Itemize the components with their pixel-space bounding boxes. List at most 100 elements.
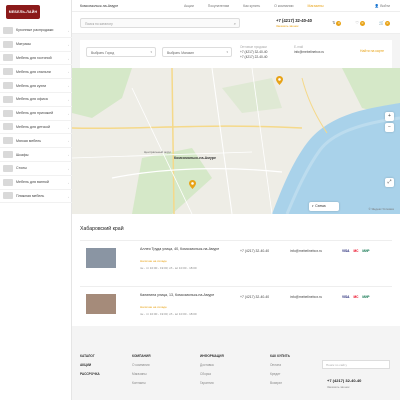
category-thumb [3,68,13,76]
category-label: Мебель для спальни [16,69,51,74]
compare-button[interactable]: ⇅ 0 [332,20,342,26]
store-pin-icon[interactable] [189,180,196,189]
header-phone[interactable]: +7 (4217) 32-40-40 [276,18,312,23]
store-row[interactable]: Аллея Труда улица, 40, Комсомольск-на-Ам… [80,240,392,278]
footer-link-promotions[interactable]: АКЦИИ [80,361,100,370]
mastercard-icon: MC [353,295,359,299]
heart-icon: ♡ [355,20,360,25]
store-phone[interactable]: +7 (4217) 32-40-40 [240,249,269,253]
city-selector[interactable]: Комсомольск-на-Амуре [80,4,118,8]
footer-phone[interactable]: +7 (4217) 32-40-40 [327,378,361,383]
store-address: Аллея Труда улица, 40, Комсомольск-на-Ам… [140,247,220,251]
category-label: Кухонные распродажи [16,28,54,33]
footer-col-title: КОМПАНИЯ [132,354,151,358]
footer-link[interactable]: Возврат [270,379,290,388]
chevron-right-icon: › [68,153,69,158]
sidebar-item-category[interactable]: Мебель для спальни › [0,65,72,80]
footer-link[interactable]: Доставка [200,361,224,370]
login-link[interactable]: 👤 Войти [375,4,390,8]
footer-link[interactable]: Сборка [200,370,224,379]
store-email[interactable]: info@mebelinebox.ru [290,249,322,253]
nav-item-how-to-buy[interactable]: Как купить [243,4,260,8]
find-on-map-button[interactable]: Найти на карте [360,49,384,53]
sidebar-item-category[interactable]: Мебель для офиса › [0,93,72,107]
nav-item-about[interactable]: О компании [274,4,293,8]
map-copyright: © Яндекс Условия [368,207,394,211]
sidebar-item-category[interactable]: Мебель для ванной › [0,176,72,190]
sidebar-item-category[interactable]: Мебель для детской › [0,121,72,135]
stock-status: Наличие на складе [140,305,167,309]
category-label: Мебель для офиса [16,97,48,102]
category-label: Матрасы [16,42,31,47]
search-input[interactable]: Поиск по каталогу ⌕ [80,18,240,28]
footer-link[interactable]: Магазины [132,370,151,379]
email-link[interactable]: info@mebelinebox.ru [294,50,324,55]
footer-link[interactable]: Контакты [132,379,151,388]
chevron-right-icon: › [68,139,69,144]
nav-item-promotions[interactable]: Акции [184,4,194,8]
sidebar-item-category[interactable]: Мягкая мебель › [0,134,72,149]
chevron-down-icon: ▾ [150,50,152,54]
region-title: Хабаровский край [80,226,124,232]
chevron-right-icon: › [68,70,69,75]
cart-icon: 🛒 [379,20,384,25]
store-select[interactable]: Выбрать Магазин ▾ [162,47,232,57]
city-select-value: Выбрать Город [91,51,115,55]
footer-link[interactable]: Гарантия [200,379,224,388]
store-map[interactable]: Комсомольск-на-Амуре Центральный округ ◐… [72,68,400,214]
footer-col-how-to-buy: КАК КУПИТЬ Оплата Кредит Возврат [270,352,290,388]
zoom-out-button[interactable]: − [385,123,394,132]
store-photo [86,248,116,268]
category-label: Пляжная мебель [16,193,45,198]
city-select[interactable]: Выбрать Город ▾ [86,47,156,57]
sidebar-item-category[interactable]: Матрасы › [0,38,72,52]
sidebar-item-category[interactable]: Пляжная мебель › [0,190,72,204]
category-thumb [3,192,13,200]
store-email[interactable]: info@mebelinebox.ru [290,295,322,299]
footer-search-input[interactable]: Поиск по сайту [322,360,390,369]
store-row[interactable]: Калинина улица, 13, Комсомольск-на-Амуре… [80,286,392,324]
footer-link[interactable]: О компании [132,361,151,370]
footer-link-catalog[interactable]: КАТАЛОГ [80,352,100,361]
store-pin-icon[interactable] [276,76,283,85]
category-label: Мягкая мебель [16,138,42,143]
map-layer-button[interactable]: ◐ Схема [309,202,339,211]
callback-link[interactable]: Заказать звонок [276,24,298,28]
chevron-right-icon: › [68,125,69,130]
sidebar-item-category[interactable]: Мебель для прихожей › [0,107,72,121]
favorites-button[interactable]: ♡ 0 [355,20,366,26]
search-icon[interactable]: ⌕ [234,21,236,26]
sidebar-item-category[interactable]: Мебель для кухни › [0,79,72,93]
logo[interactable]: МЕБЕЛЬ-ЛАЙН [6,5,40,19]
category-thumb [3,95,13,103]
footer-search-placeholder: Поиск по сайту [326,363,348,367]
nav-item-stores[interactable]: Магазины [307,4,323,8]
category-thumb [3,54,13,62]
chevron-right-icon: › [68,42,69,47]
favorites-count: 0 [360,21,366,26]
sidebar-item-category[interactable]: Кухонные распродажи › [0,24,72,38]
sidebar-item-category[interactable]: Шкафы › [0,148,72,162]
payment-methods: VISA MC МИР [342,249,370,253]
phone-2[interactable]: +7 (4217) 22-40-40 [240,55,267,60]
visa-icon: VISA [342,249,350,253]
chevron-right-icon: › [68,97,69,102]
footer-callback-link[interactable]: Заказать звонок [327,385,349,389]
email-column: E-mail info@mebelinebox.ru [294,45,324,55]
store-photo [86,294,116,314]
chevron-right-icon: › [68,111,69,116]
footer-link[interactable]: Кредит [270,370,290,379]
sidebar-item-category[interactable]: Мебель для гостиной › [0,52,72,66]
login-label: Войти [380,4,390,8]
fullscreen-button[interactable]: ⤢ [385,178,394,187]
store-phone[interactable]: +7 (4217) 32-40-40 [240,295,269,299]
nav-item-customers[interactable]: Покупателям [208,4,229,8]
cart-count: 0 [385,21,390,26]
sidebar-item-category[interactable]: Столы › [0,162,72,176]
zoom-in-button[interactable]: + [385,112,394,121]
footer-link-installments[interactable]: РАССРОЧКА [80,370,100,379]
cart-button[interactable]: 🛒 0 [379,20,390,26]
footer-link[interactable]: Оплата [270,361,290,370]
footer-col-company: КОМПАНИЯ О компании Магазины Контакты [132,352,151,388]
search-placeholder: Поиск по каталогу [85,22,113,26]
